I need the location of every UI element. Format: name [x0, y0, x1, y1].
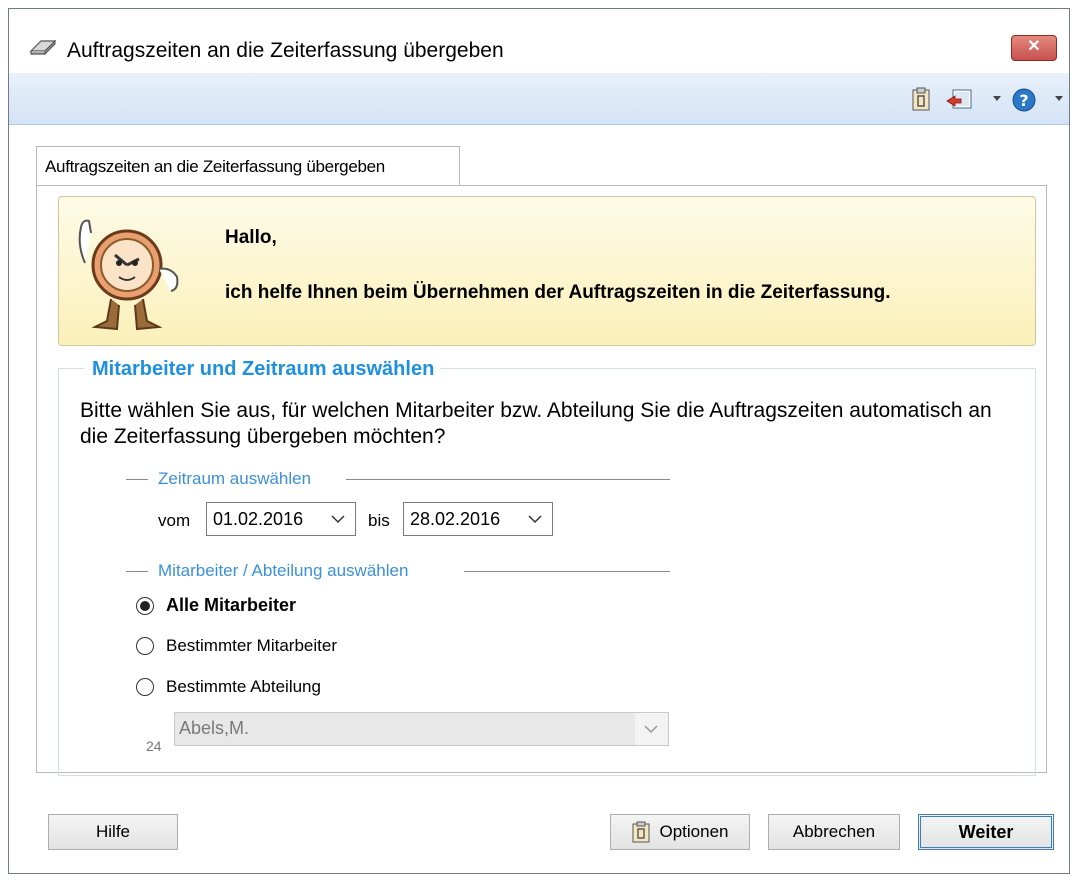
divider — [346, 479, 670, 480]
radio-all-employees[interactable]: Alle Mitarbeiter — [136, 595, 296, 616]
mitarbeiter-title: Mitarbeiter / Abteilung auswählen — [158, 561, 409, 580]
from-date-picker[interactable]: 01.02.2016 — [206, 502, 356, 536]
dropdown-arrow-icon[interactable] — [1055, 96, 1063, 102]
to-date-value: 28.02.2016 — [410, 509, 501, 529]
divider — [464, 571, 670, 572]
group-title: Mitarbeiter und Zeitraum auswählen — [84, 358, 441, 381]
radio-button[interactable] — [136, 637, 154, 655]
combo-value: Abels,M. — [175, 713, 635, 745]
from-date-value: 01.02.2016 — [213, 509, 304, 529]
combo-number: 24 — [146, 738, 162, 754]
radio-label: Bestimmter Mitarbeiter — [166, 636, 337, 655]
options-button[interactable]: Optionen — [610, 814, 750, 850]
cancel-button[interactable]: Abbrechen — [768, 814, 900, 850]
close-button[interactable]: ✕ — [1011, 35, 1057, 61]
from-label: vom — [158, 511, 191, 530]
toolbar: ? — [9, 73, 1069, 125]
options-label: Optionen — [659, 822, 729, 841]
svg-text:?: ? — [1019, 91, 1028, 110]
exit-icon[interactable] — [945, 87, 975, 111]
chevron-down-icon — [528, 515, 542, 524]
clipboard-icon[interactable] — [911, 87, 931, 111]
employee-combo-disabled: Abels,M. — [174, 712, 669, 746]
radio-button[interactable] — [136, 678, 154, 696]
divider — [126, 571, 148, 572]
tab-auftragszeiten[interactable]: Auftragszeiten an die Zeiterfassung über… — [36, 146, 460, 186]
close-icon: ✕ — [1027, 38, 1041, 55]
clock-mascot-icon — [78, 219, 179, 331]
help-icon[interactable]: ? — [1011, 87, 1037, 113]
chevron-down-icon — [331, 515, 345, 524]
dropdown-arrow-icon[interactable] — [993, 96, 1001, 102]
title-bar[interactable]: Auftragszeiten an die Zeiterfassung über… — [9, 9, 1069, 73]
intro-text: Bitte wählen Sie aus, für welchen Mitarb… — [80, 399, 992, 448]
window-title: Auftragszeiten an die Zeiterfassung über… — [67, 39, 504, 62]
to-label: bis — [368, 511, 390, 530]
zeitraum-title: Zeitraum auswählen — [158, 469, 312, 488]
divider — [126, 479, 148, 480]
radio-label: Bestimmte Abteilung — [166, 677, 321, 696]
radio-specific-department[interactable]: Bestimmte Abteilung — [136, 677, 321, 697]
to-date-picker[interactable]: 28.02.2016 — [403, 502, 553, 536]
radio-specific-employee[interactable]: Bestimmter Mitarbeiter — [136, 636, 337, 656]
radio-button-checked[interactable] — [136, 596, 154, 615]
assistant-banner: Hallo, ich helfe Ihnen beim Übernehmen d… — [58, 196, 1036, 346]
banner-text: ich helfe Ihnen beim Übernehmen der Auft… — [225, 282, 891, 303]
radio-label: Alle Mitarbeiter — [166, 595, 297, 615]
chevron-down-icon — [644, 725, 658, 734]
clipboard-icon — [632, 821, 649, 843]
next-button[interactable]: Weiter — [918, 814, 1054, 850]
banner-greeting: Hallo, — [225, 227, 277, 248]
wizard-book-icon — [29, 39, 57, 56]
help-button[interactable]: Hilfe — [48, 814, 178, 850]
